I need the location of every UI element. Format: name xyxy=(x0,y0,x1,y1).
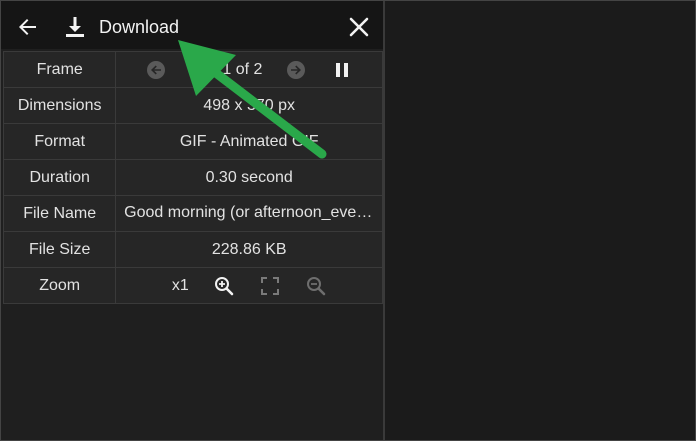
download-icon xyxy=(66,17,84,37)
info-panel: Download Frame 1 of 2 Dimensions 498 x 3… xyxy=(1,1,383,440)
chevron-right-circle-icon xyxy=(287,60,306,79)
zoom-level: x1 xyxy=(171,276,189,294)
table-row-frame: Frame 1 of 2 xyxy=(2,51,383,88)
previous-frame-button[interactable] xyxy=(144,52,168,87)
file-name-cell: Good morning (or afternoon_evening).gif xyxy=(115,195,383,232)
file-name-value: Good morning (or afternoon_evening).gif xyxy=(124,204,375,222)
pause-button[interactable] xyxy=(330,52,354,87)
dimensions-label: Dimensions xyxy=(2,87,117,124)
zoom-out-icon xyxy=(307,276,326,295)
zoom-out-button[interactable] xyxy=(304,268,328,303)
table-row-duration: Duration 0.30 second xyxy=(2,159,383,196)
next-frame-button[interactable] xyxy=(284,52,308,87)
fit-to-screen-button[interactable] xyxy=(258,268,282,303)
duration-label: Duration xyxy=(2,159,117,196)
frame-label: Frame xyxy=(2,51,117,88)
download-label: Download xyxy=(99,16,180,37)
file-name-label: File Name xyxy=(2,195,117,232)
file-size-value: 228.86 KB xyxy=(115,231,383,268)
zoom-in-button[interactable] xyxy=(212,268,236,303)
zoom-in-icon xyxy=(215,276,234,295)
info-table: Frame 1 of 2 Dimensions 498 x 370 px For… xyxy=(2,51,383,304)
format-value: GIF - Animated GIF xyxy=(115,123,383,160)
table-row-file-size: File Size 228.86 KB xyxy=(2,231,383,268)
table-row-zoom: Zoom x1 xyxy=(2,267,383,304)
back-button[interactable] xyxy=(11,11,43,43)
table-row-dimensions: Dimensions 498 x 370 px xyxy=(2,87,383,124)
file-size-label: File Size xyxy=(2,231,117,268)
toolbar: Download xyxy=(1,1,383,49)
close-icon xyxy=(349,17,369,37)
frame-counter: 1 of 2 xyxy=(222,60,263,78)
pause-icon xyxy=(336,62,349,77)
dimensions-value: 498 x 370 px xyxy=(115,87,383,124)
zoom-controls: x1 xyxy=(115,267,383,304)
table-row-file-name: File Name Good morning (or afternoon_eve… xyxy=(2,195,383,232)
download-button[interactable]: Download xyxy=(63,11,193,43)
image-info-window: Download Frame 1 of 2 Dimensions 498 x 3… xyxy=(0,0,696,441)
fullscreen-icon xyxy=(261,276,280,295)
format-label: Format xyxy=(2,123,117,160)
table-row-format: Format GIF - Animated GIF xyxy=(2,123,383,160)
zoom-label: Zoom xyxy=(2,267,117,304)
close-button[interactable] xyxy=(343,11,375,43)
frame-controls: 1 of 2 xyxy=(115,51,383,88)
chevron-left-circle-icon xyxy=(147,60,166,79)
duration-value: 0.30 second xyxy=(115,159,383,196)
image-preview-area xyxy=(385,1,695,440)
arrow-left-icon xyxy=(19,19,36,35)
